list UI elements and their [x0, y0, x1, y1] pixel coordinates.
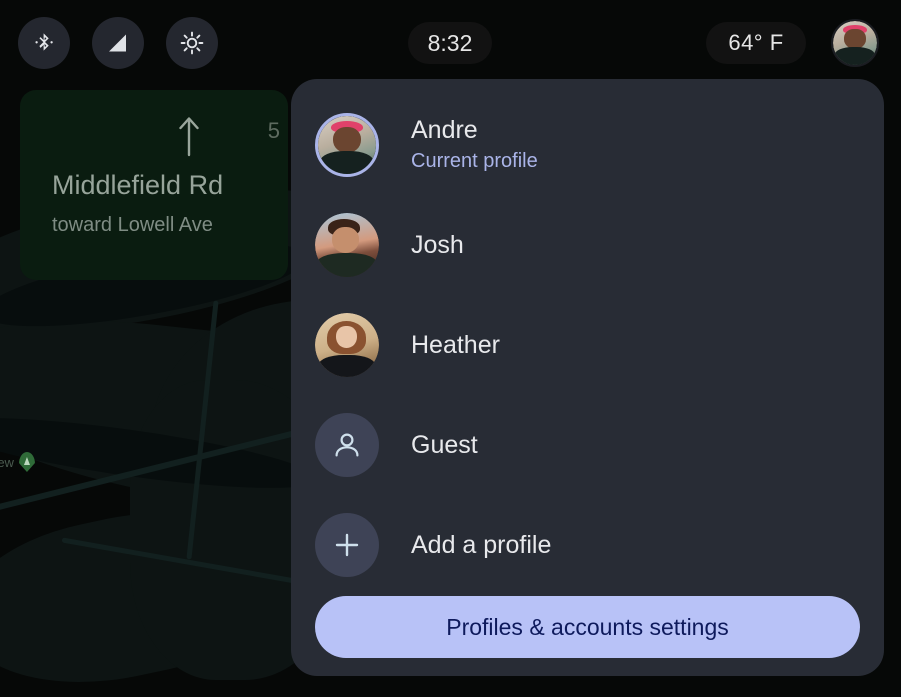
navigation-street: Middlefield Rd	[52, 170, 224, 200]
profile-row-heather[interactable]: Heather	[315, 295, 860, 395]
profile-status: Current profile	[411, 149, 538, 172]
profile-name: Guest	[411, 430, 478, 459]
map-place-marker[interactable]: View	[0, 452, 35, 472]
plus-icon	[335, 533, 359, 557]
status-bar: 8:32 64° F	[0, 0, 901, 86]
navigation-card[interactable]: 5 Middlefield Rd toward Lowell Ave	[20, 90, 288, 280]
status-bar-avatar[interactable]	[831, 19, 879, 67]
profile-text: Josh	[411, 230, 464, 261]
profile-name: Josh	[411, 230, 464, 259]
map-place-label: View	[0, 454, 14, 470]
profile-text: Guest	[411, 430, 478, 461]
profile-row-andre[interactable]: Andre Current profile	[315, 95, 860, 195]
user-avatar	[833, 21, 877, 65]
profile-text: Andre Current profile	[411, 115, 538, 175]
add-profile-icon-circle	[315, 513, 379, 577]
avatar-andre	[315, 113, 379, 177]
status-bar-quick-controls	[18, 17, 218, 69]
profile-name: Andre	[411, 116, 478, 145]
brightness-icon	[180, 31, 204, 55]
profile-row-add-profile[interactable]: Add a profile	[315, 495, 860, 595]
person-icon	[335, 433, 359, 457]
guest-avatar-placeholder	[315, 413, 379, 477]
infotainment-screen: View	[0, 0, 901, 697]
profile-text: Heather	[411, 330, 500, 361]
profiles-accounts-settings-button[interactable]: Profiles & accounts settings	[315, 596, 860, 658]
navigation-distance: 5	[267, 118, 280, 143]
bluetooth-icon	[35, 33, 53, 51]
navigation-subtext: toward Lowell Ave	[52, 214, 213, 236]
clock[interactable]: 8:32	[408, 22, 492, 64]
profile-name: Add a profile	[411, 530, 552, 559]
park-pin-icon	[18, 452, 35, 472]
avatar-josh	[315, 213, 379, 277]
temperature-display[interactable]: 64° F	[706, 22, 806, 64]
profile-row-guest[interactable]: Guest	[315, 395, 860, 495]
avatar-heather	[315, 313, 379, 377]
profile-row-josh[interactable]: Josh	[315, 195, 860, 295]
profile-name: Heather	[411, 330, 500, 359]
bluetooth-button[interactable]	[18, 17, 70, 69]
arrow-up-icon	[179, 117, 199, 157]
profile-text: Add a profile	[411, 530, 551, 561]
signal-strength-button[interactable]	[92, 17, 144, 69]
profile-switcher-dialog: Andre Current profile Josh Heather Guest…	[291, 79, 884, 676]
signal-strength-icon	[109, 34, 126, 52]
brightness-button[interactable]	[166, 17, 218, 69]
